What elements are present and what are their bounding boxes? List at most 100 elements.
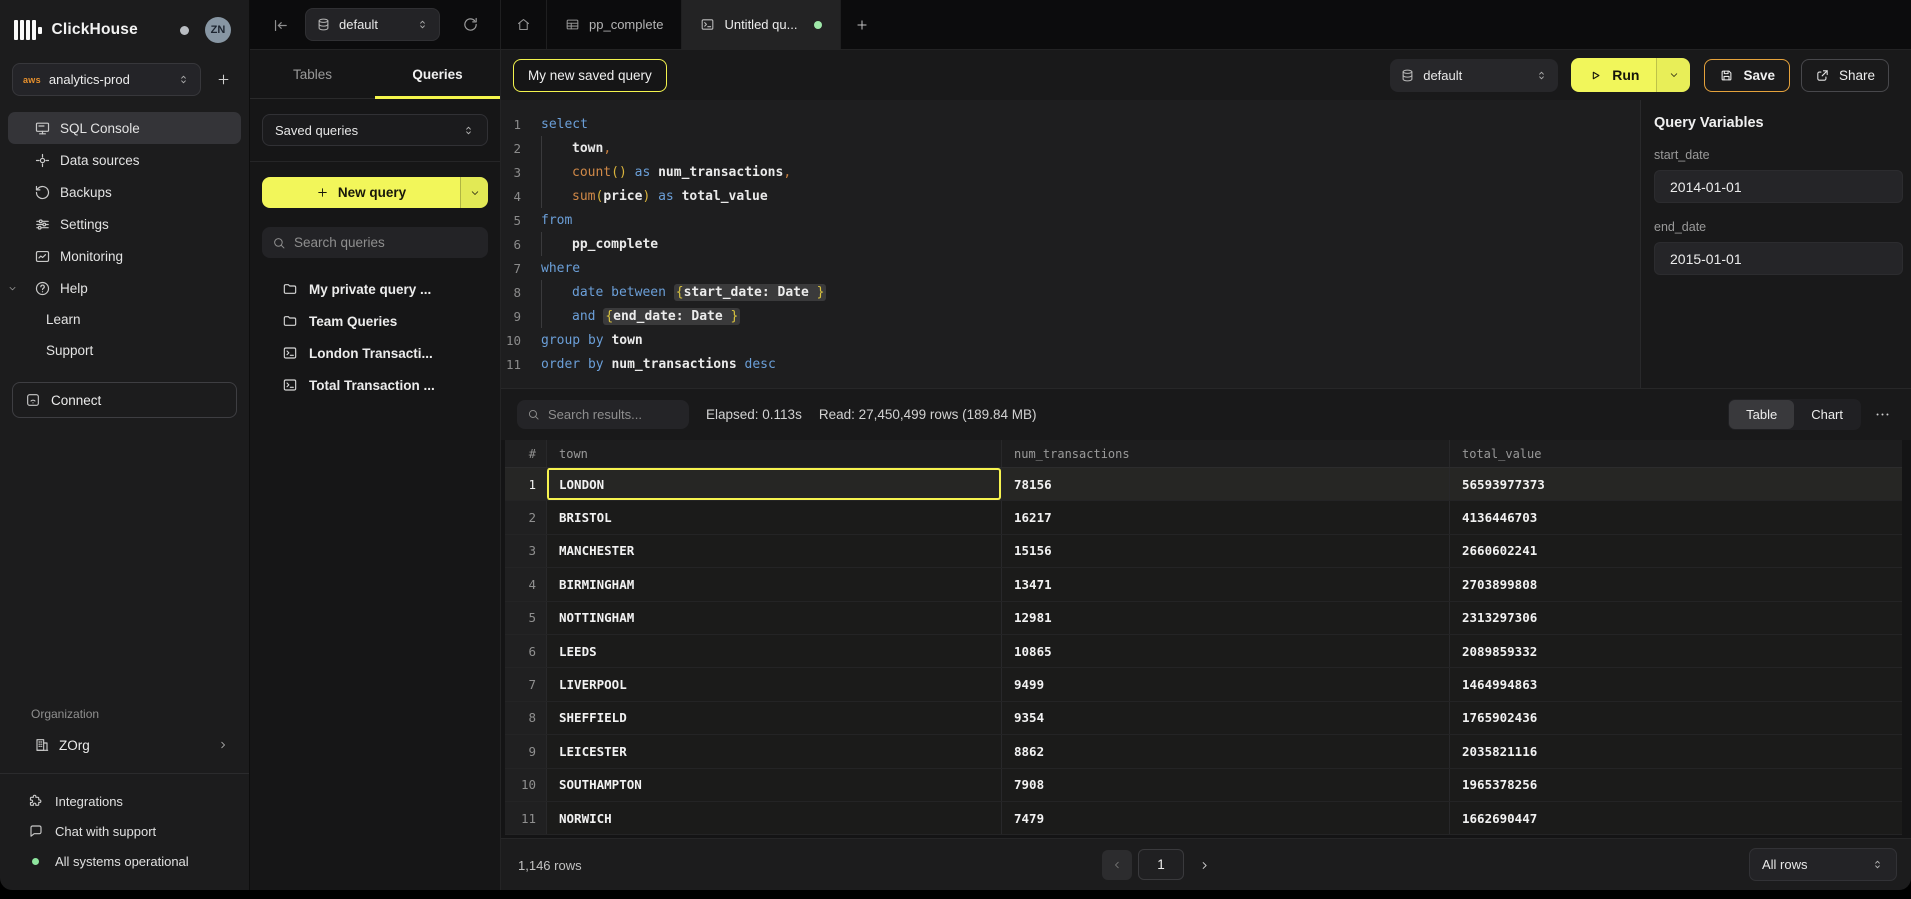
num-transactions-cell[interactable]: 7908 xyxy=(1001,769,1449,801)
column-header-num_transactions[interactable]: num_transactions xyxy=(1001,440,1449,467)
new-tab-button[interactable] xyxy=(841,0,883,49)
table-row[interactable]: 7LIVERPOOL94991464994863 xyxy=(505,668,1902,701)
current-page[interactable]: 1 xyxy=(1138,849,1184,880)
collapse-left-icon[interactable] xyxy=(272,17,289,34)
sql-editor[interactable]: 1select2town,3count() as num_transaction… xyxy=(501,100,1640,388)
sidebar-item-help[interactable]: Help xyxy=(8,272,241,304)
add-workspace-button[interactable] xyxy=(209,66,237,94)
sidebar-footer-integrations[interactable]: Integrations xyxy=(0,786,249,816)
total-value-cell[interactable]: 1765902436 xyxy=(1449,702,1902,734)
column-header-total_value[interactable]: total_value xyxy=(1449,440,1902,467)
view-table-button[interactable]: Table xyxy=(1729,400,1794,429)
ellipsis-icon[interactable] xyxy=(1874,406,1891,423)
table-row[interactable]: 8SHEFFIELD93541765902436 xyxy=(505,702,1902,735)
page-size-dropdown[interactable]: All rows xyxy=(1749,848,1897,881)
sidebar-subitem-learn[interactable]: Learn xyxy=(0,304,249,335)
sidebar-subitem-support[interactable]: Support xyxy=(0,335,249,366)
tab-home[interactable] xyxy=(500,0,547,49)
table-row[interactable]: 10SOUTHAMPTON79081965378256 xyxy=(505,769,1902,802)
refresh-icon[interactable] xyxy=(462,16,479,33)
connect-button[interactable]: Connect xyxy=(12,382,237,418)
table-row[interactable]: 9LEICESTER88622035821116 xyxy=(505,735,1902,768)
query-list-item[interactable]: Team Queries xyxy=(262,305,488,337)
query-list-item[interactable]: My private query ... xyxy=(262,273,488,305)
start-date-input[interactable] xyxy=(1654,170,1903,203)
total-value-cell[interactable]: 2660602241 xyxy=(1449,535,1902,567)
town-cell[interactable]: LEEDS xyxy=(546,635,1001,667)
num-transactions-cell[interactable]: 16217 xyxy=(1001,501,1449,533)
sidebar-footer-chat-with-support[interactable]: Chat with support xyxy=(0,816,249,846)
sidebar-item-data-sources[interactable]: Data sources xyxy=(8,144,241,176)
town-cell[interactable]: LONDON xyxy=(546,468,1001,500)
town-cell[interactable]: BRISTOL xyxy=(546,501,1001,533)
town-cell[interactable]: BIRMINGHAM xyxy=(546,568,1001,600)
num-transactions-cell[interactable]: 15156 xyxy=(1001,535,1449,567)
search-queries-input[interactable] xyxy=(294,235,478,250)
sidebar-item-sql-console[interactable]: SQL Console xyxy=(8,112,241,144)
query-list-item[interactable]: London Transacti... xyxy=(262,337,488,369)
next-page-button[interactable] xyxy=(1198,859,1211,872)
town-cell[interactable]: SHEFFIELD xyxy=(546,702,1001,734)
view-chart-button[interactable]: Chart xyxy=(1794,400,1860,429)
town-cell[interactable]: LEICESTER xyxy=(546,735,1001,767)
search-results-input[interactable] xyxy=(548,407,679,422)
table-row[interactable]: 1LONDON7815656593977373 xyxy=(505,468,1902,501)
topbar-database-selector[interactable]: default xyxy=(305,8,440,41)
save-button[interactable]: Save xyxy=(1704,59,1790,92)
tab-tables[interactable]: Tables xyxy=(250,50,375,98)
editor-database-selector[interactable]: default xyxy=(1390,59,1558,92)
notification-dot-icon[interactable] xyxy=(180,26,189,35)
share-button[interactable]: Share xyxy=(1801,59,1889,92)
run-button[interactable]: Run xyxy=(1571,58,1690,92)
num-transactions-cell[interactable]: 13471 xyxy=(1001,568,1449,600)
sidebar-item-settings[interactable]: Settings xyxy=(8,208,241,240)
tab-pp-complete[interactable]: pp_complete xyxy=(547,0,682,49)
new-query-main[interactable]: New query xyxy=(262,177,460,208)
query-list-item[interactable]: Total Transaction ... xyxy=(262,369,488,401)
total-value-cell[interactable]: 56593977373 xyxy=(1449,468,1902,500)
num-transactions-cell[interactable]: 12981 xyxy=(1001,602,1449,634)
total-value-cell[interactable]: 1464994863 xyxy=(1449,668,1902,700)
run-main[interactable]: Run xyxy=(1571,58,1656,92)
town-cell[interactable]: MANCHESTER xyxy=(546,535,1001,567)
num-transactions-cell[interactable]: 7479 xyxy=(1001,802,1449,834)
total-value-cell[interactable]: 2313297306 xyxy=(1449,602,1902,634)
sidebar-item-monitoring[interactable]: Monitoring xyxy=(8,240,241,272)
town-cell[interactable]: SOUTHAMPTON xyxy=(546,769,1001,801)
tab-untitled-qu-[interactable]: Untitled qu... xyxy=(682,0,841,49)
table-row[interactable]: 6LEEDS108652089859332 xyxy=(505,635,1902,668)
total-value-cell[interactable]: 1965378256 xyxy=(1449,769,1902,801)
num-transactions-cell[interactable]: 9499 xyxy=(1001,668,1449,700)
num-transactions-cell[interactable]: 78156 xyxy=(1001,468,1449,500)
total-value-cell[interactable]: 1662690447 xyxy=(1449,802,1902,834)
run-menu-button[interactable] xyxy=(1656,58,1690,92)
town-cell[interactable]: NOTTINGHAM xyxy=(546,602,1001,634)
table-row[interactable]: 3MANCHESTER151562660602241 xyxy=(505,535,1902,568)
saved-queries-dropdown[interactable]: Saved queries xyxy=(262,114,488,146)
new-query-menu-button[interactable] xyxy=(460,177,488,208)
total-value-cell[interactable]: 2035821116 xyxy=(1449,735,1902,767)
num-transactions-cell[interactable]: 9354 xyxy=(1001,702,1449,734)
column-header-index[interactable]: # xyxy=(505,440,546,467)
prev-page-button[interactable] xyxy=(1102,850,1132,880)
organization-item[interactable]: ZOrg xyxy=(8,729,241,761)
total-value-cell[interactable]: 2089859332 xyxy=(1449,635,1902,667)
sidebar-footer-all-systems-operational[interactable]: All systems operational xyxy=(0,846,249,876)
column-header-town[interactable]: town xyxy=(546,440,1001,467)
town-cell[interactable]: LIVERPOOL xyxy=(546,668,1001,700)
end-date-input[interactable] xyxy=(1654,242,1903,275)
workspace-selector[interactable]: aws analytics-prod xyxy=(12,63,201,96)
total-value-cell[interactable]: 2703899808 xyxy=(1449,568,1902,600)
table-row[interactable]: 4BIRMINGHAM134712703899808 xyxy=(505,568,1902,601)
new-query-button[interactable]: New query xyxy=(262,177,488,208)
num-transactions-cell[interactable]: 10865 xyxy=(1001,635,1449,667)
avatar[interactable]: ZN xyxy=(205,17,231,43)
total-value-cell[interactable]: 4136446703 xyxy=(1449,501,1902,533)
table-row[interactable]: 11NORWICH74791662690447 xyxy=(505,802,1902,835)
num-transactions-cell[interactable]: 8862 xyxy=(1001,735,1449,767)
query-name-button[interactable]: My new saved query xyxy=(513,59,667,92)
tab-queries[interactable]: Queries xyxy=(375,50,500,98)
sidebar-item-backups[interactable]: Backups xyxy=(8,176,241,208)
table-row[interactable]: 2BRISTOL162174136446703 xyxy=(505,501,1902,534)
town-cell[interactable]: NORWICH xyxy=(546,802,1001,834)
